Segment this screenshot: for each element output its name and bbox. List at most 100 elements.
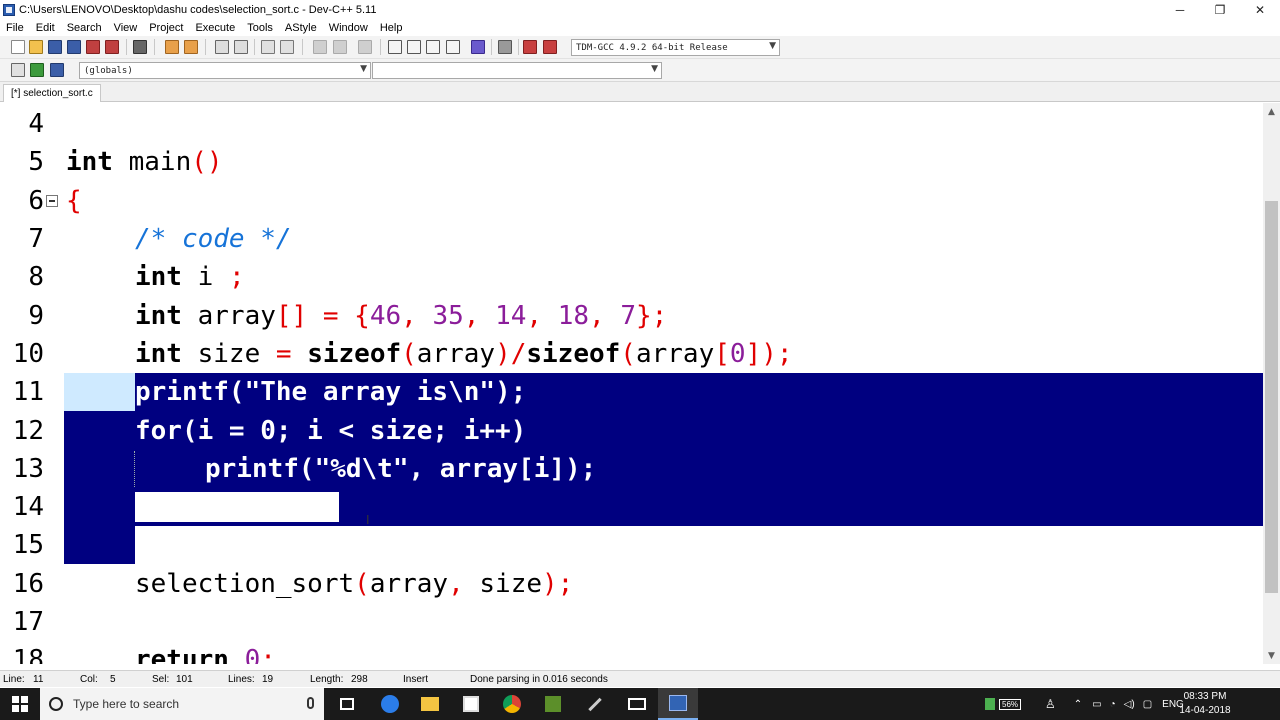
security-icon[interactable] (985, 698, 995, 710)
camtasia-icon[interactable] (533, 688, 573, 720)
notification-bell-icon[interactable]: ▢ (1143, 699, 1152, 710)
task-view-icon[interactable] (327, 688, 367, 720)
power-icon[interactable]: ▭ (1092, 699, 1101, 710)
system-tray: 56% ♙ ⌃ ▭ ◔ ◁) ▢ ENG (985, 688, 1184, 720)
line-number: 12 (12, 416, 44, 446)
rebuild-all-icon[interactable] (446, 40, 460, 54)
close-button[interactable]: ✕ (1240, 0, 1280, 20)
scroll-down-icon[interactable]: ▼ (1263, 647, 1280, 664)
bookmark-icon[interactable] (280, 40, 294, 54)
vertical-scrollbar[interactable]: ▲ ▼ (1263, 103, 1280, 664)
menu-tools[interactable]: Tools (241, 22, 279, 34)
scroll-up-icon[interactable]: ▲ (1263, 103, 1280, 120)
open-file-icon[interactable] (29, 40, 43, 54)
mail-icon[interactable] (617, 688, 657, 720)
code-line: 16 selection_sort(array, size); (0, 565, 1263, 603)
line-number: 15 (12, 530, 44, 560)
maximize-button[interactable]: ❐ (1200, 0, 1240, 20)
devcpp-taskbar-icon[interactable] (658, 688, 698, 720)
undo-icon[interactable] (165, 40, 179, 54)
chevron-up-icon[interactable]: ⌃ (1074, 699, 1082, 710)
stop-execution-icon[interactable] (498, 40, 512, 54)
compiler-select[interactable]: TDM-GCC 4.9.2 64-bit Release ▼ (571, 39, 780, 56)
toggle-comment-icon[interactable] (358, 40, 372, 54)
store-icon[interactable] (451, 688, 491, 720)
print-icon[interactable] (133, 40, 147, 54)
code-line: 14 printf("\n"); (0, 488, 1263, 526)
people-icon[interactable]: ♙ (1045, 697, 1056, 711)
new-file-icon[interactable] (11, 40, 25, 54)
menu-view[interactable]: View (108, 22, 144, 34)
save-all-icon[interactable] (67, 40, 81, 54)
devcpp-app-icon (3, 4, 15, 16)
menu-file[interactable]: File (0, 22, 30, 34)
tools-icon[interactable] (575, 688, 615, 720)
code-line: 9 int array[] = {46, 35, 14, 18, 7}; (0, 297, 1263, 335)
function-select[interactable]: ▼ (372, 62, 662, 79)
title-bar: C:\Users\LENOVO\Desktop\dashu codes\sele… (0, 0, 1280, 20)
file-explorer-icon[interactable] (410, 688, 450, 720)
redo-icon[interactable] (184, 40, 198, 54)
line-number: 7 (28, 224, 44, 254)
menu-help[interactable]: Help (374, 22, 409, 34)
compile-run-icon[interactable] (426, 40, 440, 54)
scrollbar-thumb[interactable] (1265, 201, 1278, 593)
menu-search[interactable]: Search (61, 22, 108, 34)
toolbar-separator (518, 39, 519, 55)
goto-line-icon[interactable] (261, 40, 275, 54)
close-all-icon[interactable] (105, 40, 119, 54)
code-text: printf("The array is\n"); (135, 377, 527, 407)
taskbar-clock[interactable]: 08:33 PM 14-04-2018 (1174, 690, 1236, 718)
minimize-button[interactable]: ─ (1160, 0, 1200, 20)
menu-astyle[interactable]: AStyle (279, 22, 323, 34)
find-icon[interactable] (215, 40, 229, 54)
toolbar-separator (154, 39, 155, 55)
microphone-icon[interactable] (307, 697, 314, 709)
code-line: 5 int main() (0, 143, 1263, 181)
syntax-check-icon[interactable] (471, 40, 485, 54)
network-icon[interactable]: ◔ (1110, 699, 1116, 710)
status-line: 11 (33, 674, 44, 685)
line-number: 16 (12, 569, 44, 599)
toolbar-separator (491, 39, 492, 55)
taskbar-search[interactable]: Type here to search (40, 688, 324, 720)
status-mode: Insert (403, 674, 429, 685)
delete-profile-icon[interactable] (543, 40, 557, 54)
indent-icon[interactable] (313, 40, 327, 54)
status-length-label: Length: (310, 674, 344, 685)
line-number: 6 (28, 186, 44, 216)
replace-icon[interactable] (234, 40, 248, 54)
menu-window[interactable]: Window (323, 22, 374, 34)
menu-project[interactable]: Project (143, 22, 189, 34)
unindent-icon[interactable] (333, 40, 347, 54)
tab-label: [*] selection_sort.c (11, 88, 93, 99)
battery-indicator[interactable]: 56% (999, 698, 1022, 710)
code-line-current: 11 printf("The array is\n"); (0, 373, 1263, 411)
close-file-icon[interactable] (86, 40, 100, 54)
goto-declaration-icon[interactable] (30, 63, 44, 77)
fold-collapse-icon[interactable] (46, 195, 58, 207)
run-icon[interactable] (407, 40, 421, 54)
window-title: C:\Users\LENOVO\Desktop\dashu codes\sele… (19, 4, 377, 16)
tab-selection-sort[interactable]: [*] selection_sort.c (3, 84, 101, 102)
chrome-icon[interactable] (492, 688, 532, 720)
scope-select[interactable]: (globals) ▼ (79, 62, 371, 79)
compile-icon[interactable] (388, 40, 402, 54)
goto-definition-icon[interactable] (50, 63, 64, 77)
insert-icon[interactable] (11, 63, 25, 77)
menu-edit[interactable]: Edit (30, 22, 61, 34)
code-line: 10 int size = sizeof(array)/sizeof(array… (0, 335, 1263, 373)
volume-icon[interactable]: ◁) (1124, 699, 1135, 710)
edge-icon[interactable] (370, 688, 410, 720)
profile-chart-icon[interactable] (523, 40, 537, 54)
save-icon[interactable] (48, 40, 62, 54)
windows-taskbar: Type here to search 56% ♙ ⌃ ▭ ◔ ◁) ▢ ENG… (0, 688, 1280, 720)
cortana-icon (49, 697, 63, 711)
start-button[interactable] (0, 688, 40, 720)
clock-time: 08:33 PM (1183, 691, 1227, 702)
status-lines: 19 (262, 674, 274, 685)
menu-execute[interactable]: Execute (189, 22, 241, 34)
line-number: 14 (12, 492, 44, 522)
chevron-down-icon: ▼ (360, 64, 367, 74)
code-editor[interactable]: 4 5 int main() 6 { 7 /* code */ 8 int i … (0, 103, 1263, 664)
